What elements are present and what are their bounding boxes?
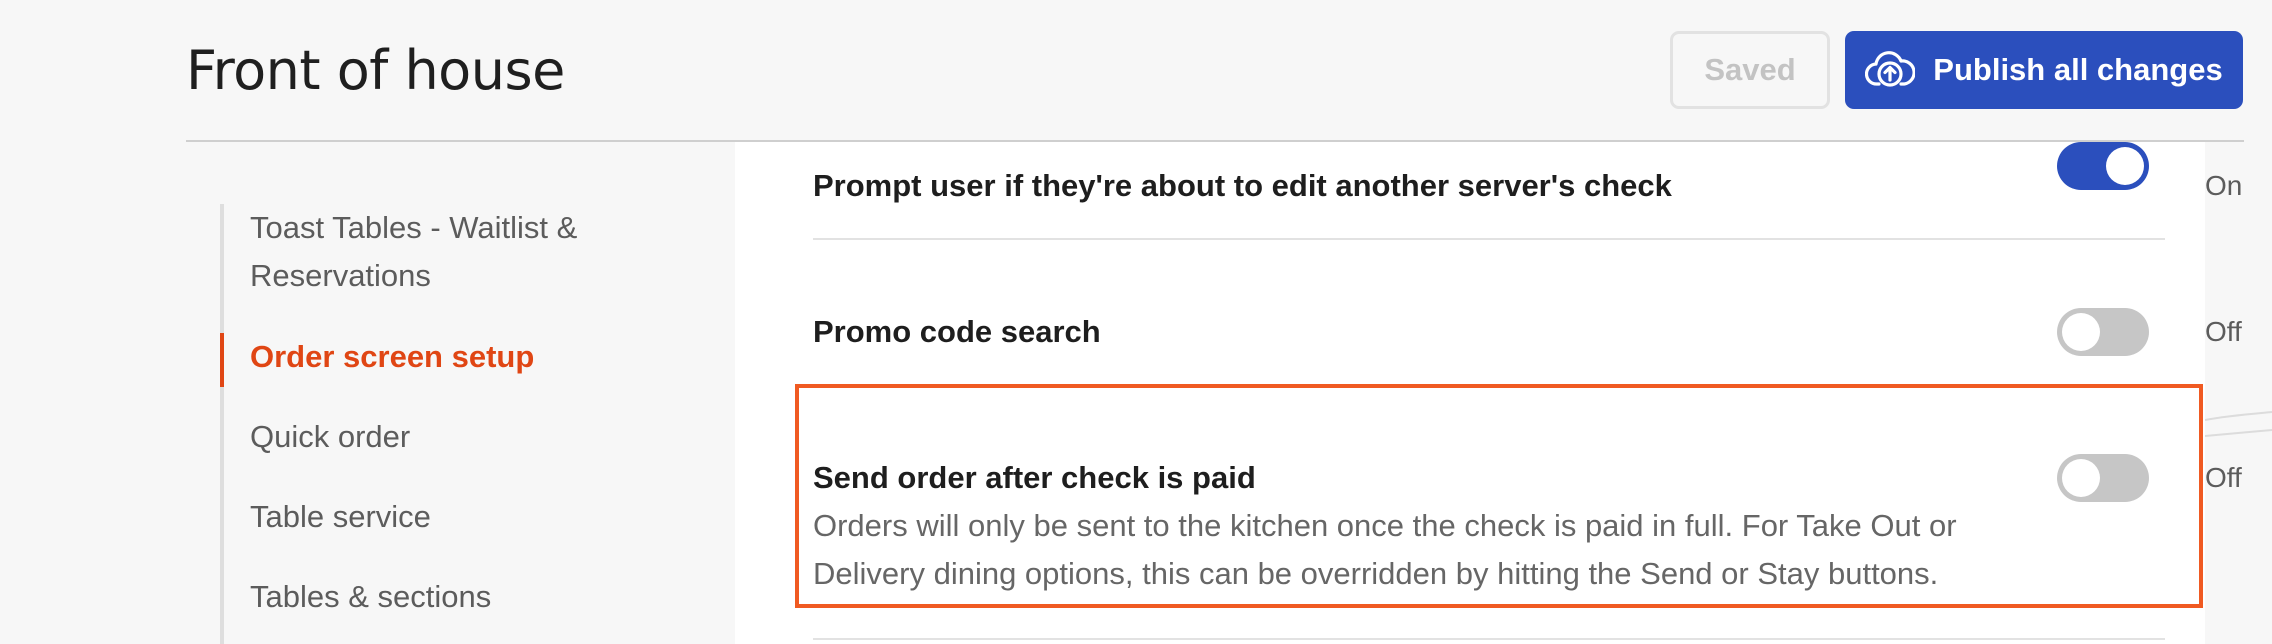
toggle-knob [2106, 147, 2144, 185]
toggle-state-label: Off [2205, 316, 2242, 347]
row-divider [813, 638, 2165, 640]
sidebar-item-toast-tables[interactable]: Toast Tables - Waitlist & Reservations [224, 204, 694, 300]
promo-code-search-toggle[interactable] [2057, 308, 2149, 356]
setting-row-send-order-after-paid: Send order after check is paid Off Order… [813, 382, 2242, 622]
sidebar-item-tables-sections[interactable]: Tables & sections [224, 573, 694, 621]
publish-all-changes-button[interactable]: Publish all changes [1845, 31, 2243, 109]
setting-description: Orders will only be sent to the kitchen … [813, 508, 1957, 591]
toggle-knob [2062, 459, 2100, 497]
setting-row-promo-code-search: Promo code search Off [813, 240, 2242, 380]
sidebar-item-quick-order[interactable]: Quick order [224, 413, 694, 461]
background-decoration [2205, 411, 2272, 437]
saved-button[interactable]: Saved [1670, 31, 1830, 109]
setting-label: Promo code search [813, 314, 1101, 349]
toggle-knob [2062, 313, 2100, 351]
setting-label: Prompt user if they're about to edit ano… [813, 168, 1672, 203]
page-title: Front of house [186, 39, 565, 102]
publish-button-label: Publish all changes [1933, 52, 2223, 87]
cloud-upload-icon [1865, 50, 1916, 90]
settings-panel: Prompt user if they're about to edit ano… [735, 142, 2242, 644]
toggle-state-label: Off [2205, 462, 2242, 493]
prompt-edit-check-toggle[interactable] [2057, 142, 2149, 190]
send-order-after-paid-toggle[interactable] [2057, 454, 2149, 502]
toggle-state-label: On [2205, 170, 2243, 201]
sidebar-item-order-screen-setup[interactable]: Order screen setup [220, 333, 694, 387]
sidebar-item-table-service[interactable]: Table service [224, 493, 694, 541]
settings-sidebar: Toast Tables - Waitlist & Reservations O… [220, 204, 690, 644]
setting-label: Send order after check is paid [813, 460, 1256, 495]
setting-row-prompt-edit-check: Prompt user if they're about to edit ano… [813, 142, 2242, 238]
